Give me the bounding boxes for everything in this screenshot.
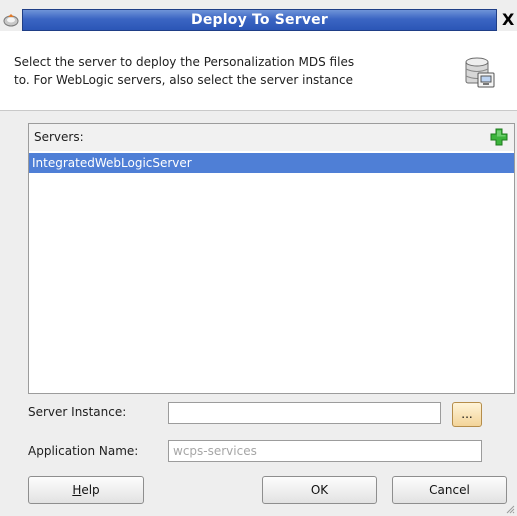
server-instance-label: Server Instance: bbox=[28, 405, 127, 419]
window-title: Deploy To Server bbox=[191, 12, 328, 28]
app-icon bbox=[3, 14, 19, 27]
title-bar[interactable]: Deploy To Server X bbox=[0, 9, 517, 31]
servers-header: Servers: bbox=[29, 124, 514, 151]
servers-label: Servers: bbox=[34, 130, 84, 144]
cancel-button-label: Cancel bbox=[429, 483, 470, 497]
ok-button[interactable]: OK bbox=[262, 476, 377, 504]
resize-grip-icon[interactable] bbox=[505, 504, 515, 514]
servers-panel: Servers: IntegratedWebLogicServer bbox=[28, 123, 515, 394]
description-line-2: to. For WebLogic servers, also select th… bbox=[14, 73, 353, 87]
ok-button-label: OK bbox=[310, 483, 329, 497]
server-instance-field[interactable] bbox=[168, 402, 441, 424]
description-text: Select the server to deploy the Personal… bbox=[14, 53, 434, 89]
database-server-icon bbox=[465, 57, 495, 88]
add-server-icon[interactable] bbox=[490, 128, 508, 146]
server-list-item[interactable]: IntegratedWebLogicServer bbox=[29, 153, 514, 173]
browse-button[interactable]: ... bbox=[452, 402, 482, 427]
help-button-label: elp bbox=[81, 483, 100, 497]
application-name-field[interactable] bbox=[168, 440, 482, 462]
help-button[interactable]: Help bbox=[28, 476, 144, 504]
deploy-dialog: Deploy To Server X Select the server to … bbox=[0, 0, 517, 516]
browse-button-label: ... bbox=[461, 407, 473, 421]
dialog-header: Select the server to deploy the Personal… bbox=[0, 31, 517, 111]
help-mnemonic: H bbox=[72, 483, 82, 497]
cancel-button[interactable]: Cancel bbox=[392, 476, 507, 504]
close-icon[interactable]: X bbox=[502, 10, 516, 30]
application-name-label: Application Name: bbox=[28, 444, 139, 458]
description-line-1: Select the server to deploy the Personal… bbox=[14, 55, 355, 69]
